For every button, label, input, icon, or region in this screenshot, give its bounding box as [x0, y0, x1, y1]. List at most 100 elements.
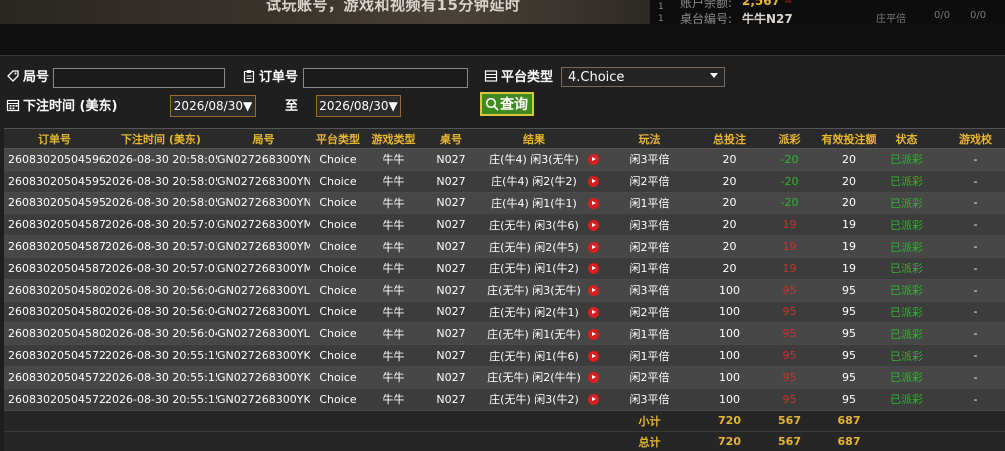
round-label-text: 局号 — [23, 70, 50, 85]
table-row[interactable]: 260830205045873 2026-08-30 20:57:01 GN0272… — [4, 213, 1005, 237]
replay-cell — [587, 301, 599, 324]
order-id-cell: 260830205045873 — [4, 213, 105, 237]
valid-bet-cell: 19 — [820, 213, 878, 237]
game-check-cell: - — [935, 344, 1005, 367]
table-row[interactable]: 260830205045959 2026-08-30 20:58:05 GN0272… — [4, 170, 1005, 193]
result-cell: 庄(无牛) 闲3(牛6) — [481, 213, 587, 237]
order-id-cell: 260830205045726 — [4, 344, 105, 367]
play-video-icon[interactable] — [587, 372, 599, 384]
round-id-cell: GN027268300YM — [217, 257, 310, 280]
status-cell: 已派彩 — [878, 170, 935, 193]
bet-time-cell: 2026-08-30 20:56:04 — [105, 301, 217, 324]
result-cell: 庄(无牛) 闲2(牛1) — [481, 301, 587, 324]
status-cell: 已派彩 — [878, 257, 935, 280]
empty-cell — [4, 431, 105, 451]
order-input[interactable] — [303, 68, 468, 88]
payout-cell: -20 — [759, 170, 820, 193]
result-cell: 庄(无牛) 闲1(牛2) — [481, 257, 587, 280]
table-row[interactable]: 260830205045960 2026-08-30 20:58:05 GN0272… — [4, 148, 1005, 171]
result-cell: 庄(无牛) 闲2(牛牛) — [481, 366, 587, 389]
empty-cell — [421, 410, 481, 432]
play-video-icon[interactable] — [587, 197, 599, 209]
replay-cell — [587, 170, 599, 193]
result-cell: 庄(牛4) 闲3(无牛) — [481, 148, 587, 171]
total-bet-cell: 100 — [700, 366, 759, 389]
valid-bet-cell: 20 — [820, 170, 878, 193]
play-video-icon[interactable] — [587, 306, 599, 318]
play-video-icon[interactable] — [587, 328, 599, 340]
table-row[interactable]: 260830205045802 2026-08-30 20:56:04 GN0272… — [4, 279, 1005, 302]
valid-bet-cell: 95 — [820, 366, 878, 389]
result-cell: 庄(无牛) 闲1(无牛) — [481, 322, 587, 346]
play-video-icon[interactable] — [587, 263, 599, 275]
table-row[interactable]: 260830205045724 2026-08-30 20:55:15 GN0272… — [4, 388, 1005, 411]
table-id-cell: N027 — [421, 148, 481, 171]
bet-records-table: 订单号 下注时间 (美东) 局号 平台类型 游戏类型 桌号 结果 玩法 总投注 派彩 有效投注额 状态… — [4, 128, 1005, 451]
play-video-icon[interactable] — [587, 350, 599, 362]
play-video-icon[interactable] — [587, 285, 599, 297]
status-cell: 已派彩 — [878, 301, 935, 324]
search-icon — [485, 97, 499, 111]
payout-cell: 19 — [759, 213, 820, 237]
date-to-picker[interactable]: 2026/08/30▼ — [316, 95, 401, 117]
column-header: 总投注 — [700, 128, 759, 149]
round-id-cell: GN027268300YN — [217, 148, 310, 171]
to-label: 至 — [285, 99, 299, 114]
play-video-icon[interactable] — [587, 176, 599, 188]
empty-cell — [481, 410, 587, 432]
column-header: 状态 — [878, 128, 935, 149]
empty-cell — [217, 410, 310, 432]
play-type-cell: 闲3平倍 — [599, 213, 700, 237]
table-row[interactable]: 260830205045872 2026-08-30 20:57:01 GN0272… — [4, 235, 1005, 258]
column-header: 局号 — [217, 128, 310, 149]
payout-cell: 19 — [759, 235, 820, 258]
banner-column: 0/0 — [970, 10, 987, 21]
play-video-icon[interactable] — [587, 219, 599, 231]
play-video-icon[interactable] — [587, 154, 599, 166]
table-row[interactable]: 260830205045800 2026-08-30 20:56:04 GN0272… — [4, 322, 1005, 346]
game-type-cell: 牛牛 — [366, 192, 421, 215]
table-id-cell: N027 — [421, 301, 481, 324]
query-button[interactable]: 查询 — [480, 92, 534, 116]
status-cell: 已派彩 — [878, 366, 935, 389]
play-type-cell: 闲2平倍 — [599, 301, 700, 324]
platform-cell: Choice — [310, 235, 366, 258]
date-from-picker[interactable]: 2026/08/30▼ — [170, 95, 256, 117]
replay-cell — [587, 192, 599, 215]
platform-cell: Choice — [310, 279, 366, 302]
result-cell: 庄(无牛) 闲3(无牛) — [481, 279, 587, 302]
play-type-cell: 闲1平倍 — [599, 257, 700, 280]
replay-cell — [587, 322, 599, 346]
round-input[interactable] — [53, 68, 225, 88]
order-id-cell: 260830205045801 — [4, 301, 105, 324]
column-header: 游戏类型 — [366, 128, 421, 149]
empty-cell — [935, 431, 1005, 451]
order-id-cell: 260830205045959 — [4, 170, 105, 193]
game-type-cell: 牛牛 — [366, 344, 421, 367]
table-row[interactable]: 260830205045801 2026-08-30 20:56:04 GN0272… — [4, 301, 1005, 324]
platform-cell: Choice — [310, 301, 366, 324]
valid-bet-cell: 19 — [820, 235, 878, 258]
platform-select-value: 4.Choice — [568, 69, 625, 85]
empty-cell — [217, 431, 310, 451]
table-row[interactable]: 260830205045958 2026-08-30 20:58:05 GN0272… — [4, 192, 1005, 215]
play-video-icon[interactable] — [587, 241, 599, 253]
platform-cell: Choice — [310, 192, 366, 215]
column-header: 平台类型 — [310, 128, 366, 149]
total-row: 总计 720 567 687 — [4, 431, 1005, 451]
platform-select[interactable]: 4.Choice — [561, 67, 725, 87]
play-video-icon[interactable] — [587, 394, 599, 406]
table-id-cell: N027 — [421, 322, 481, 346]
table-row[interactable]: 260830205045871 2026-08-30 20:57:01 GN0272… — [4, 257, 1005, 280]
status-cell: 已派彩 — [878, 235, 935, 258]
summary-bet: 720 — [700, 431, 759, 451]
table-row[interactable]: 260830205045726 2026-08-30 20:55:15 GN0272… — [4, 344, 1005, 367]
play-type-cell: 闲3平倍 — [599, 388, 700, 411]
filter-panel: 局号 订单号 平台类型 4.Choice 下注时间 (美东) 2026/08/3… — [0, 57, 1005, 125]
play-type-cell: 闲1平倍 — [599, 344, 700, 367]
table-row[interactable]: 260830205045725 2026-08-30 20:55:15 GN0272… — [4, 366, 1005, 389]
order-id-cell: 260830205045960 — [4, 148, 105, 171]
total-bet-cell: 100 — [700, 279, 759, 302]
game-type-cell: 牛牛 — [366, 279, 421, 302]
replay-cell — [587, 213, 599, 237]
